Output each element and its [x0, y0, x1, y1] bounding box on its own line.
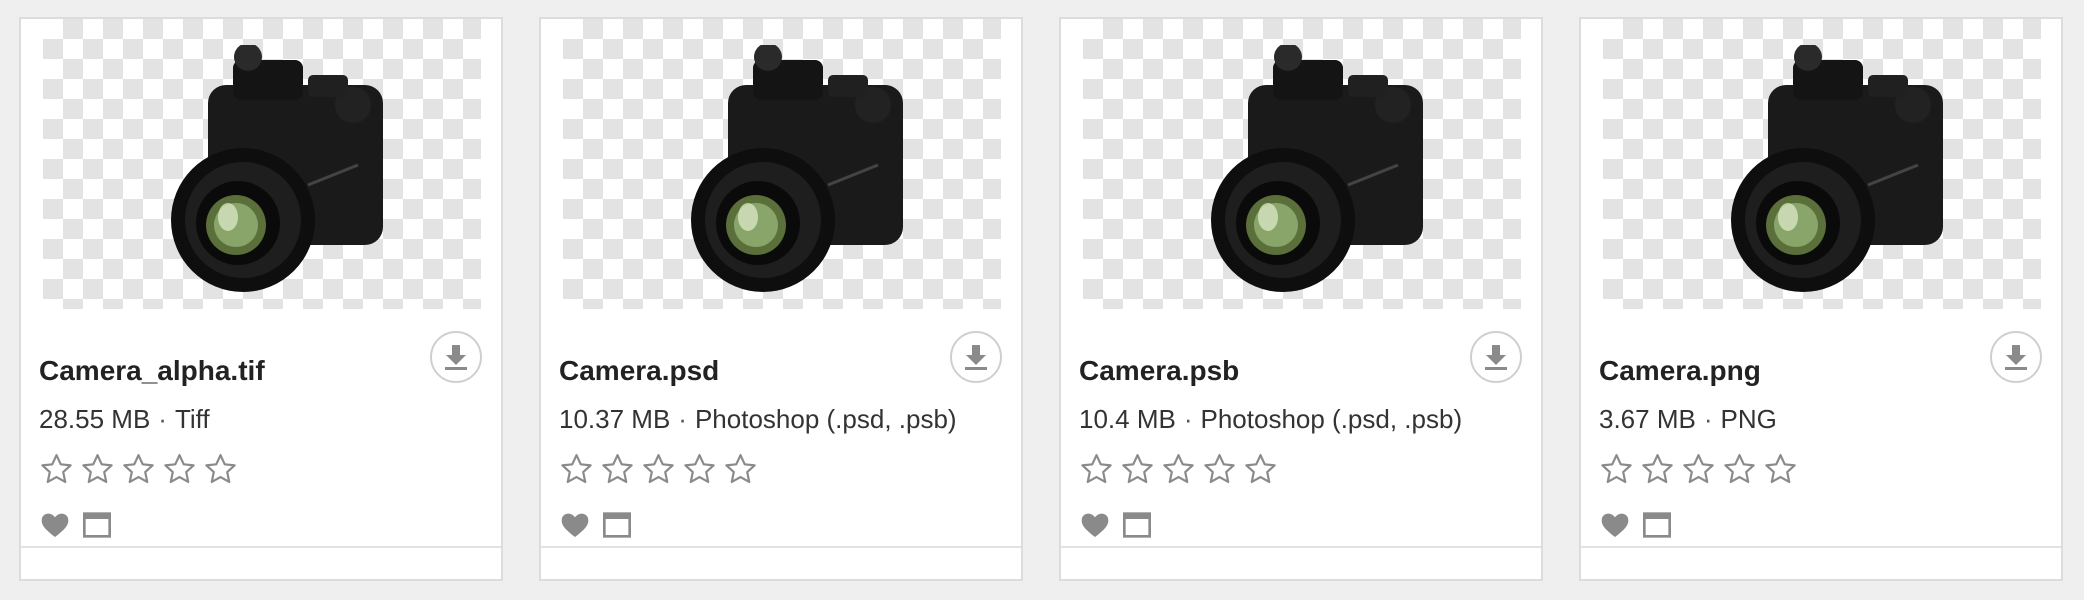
asset-card[interactable]: Camera.psd 10.37 MB · Photoshop (.psd, .ps… — [539, 17, 1023, 581]
star-outline-icon[interactable] — [1120, 451, 1155, 487]
asset-thumbnail[interactable] — [1603, 19, 2041, 309]
asset-actions — [39, 509, 113, 541]
star-outline-icon[interactable] — [1243, 451, 1278, 487]
star-rating[interactable] — [559, 451, 758, 491]
star-outline-icon[interactable] — [1599, 451, 1634, 487]
asset-meta: 3.67 MB · PNG — [1599, 404, 1777, 435]
file-format: PNG — [1720, 404, 1777, 434]
asset-card[interactable]: Camera_alpha.tif 28.55 MB · Tiff — [19, 17, 503, 581]
meta-separator: · — [158, 404, 167, 434]
window-icon[interactable] — [1121, 509, 1153, 541]
download-icon — [965, 345, 987, 370]
asset-card[interactable]: Camera.png 3.67 MB · PNG — [1579, 17, 2063, 581]
camera-image — [1731, 45, 1943, 292]
download-button[interactable] — [1990, 331, 2042, 383]
camera-image — [1211, 45, 1423, 292]
asset-title[interactable]: Camera.png — [1599, 355, 1761, 387]
asset-meta: 28.55 MB · Tiff — [39, 404, 210, 435]
file-format: Tiff — [174, 404, 210, 434]
card-divider — [21, 546, 501, 548]
download-icon — [445, 345, 467, 370]
star-rating[interactable] — [1599, 451, 1798, 491]
asset-actions — [1079, 509, 1153, 541]
star-outline-icon[interactable] — [80, 451, 115, 487]
heart-icon[interactable] — [559, 509, 591, 541]
star-outline-icon[interactable] — [1161, 451, 1196, 487]
star-outline-icon[interactable] — [1079, 451, 1114, 487]
file-format: Photoshop (.psd, .psb) — [1200, 404, 1463, 434]
heart-icon[interactable] — [1079, 509, 1111, 541]
download-button[interactable] — [950, 331, 1002, 383]
star-outline-icon[interactable] — [559, 451, 594, 487]
download-icon — [2005, 345, 2027, 370]
file-size: 28.55 MB — [39, 404, 151, 434]
file-format: Photoshop (.psd, .psb) — [694, 404, 957, 434]
heart-icon[interactable] — [39, 509, 71, 541]
file-size: 3.67 MB — [1599, 404, 1696, 434]
star-outline-icon[interactable] — [1681, 451, 1716, 487]
asset-title[interactable]: Camera.psd — [559, 355, 719, 387]
meta-separator: · — [1183, 404, 1193, 434]
star-outline-icon[interactable] — [723, 451, 758, 487]
file-size: 10.4 MB — [1079, 404, 1176, 434]
star-outline-icon[interactable] — [1763, 451, 1798, 487]
camera-image — [691, 45, 903, 292]
download-button[interactable] — [1470, 331, 1522, 383]
window-icon[interactable] — [81, 509, 113, 541]
card-divider — [1061, 546, 1541, 548]
asset-thumbnail[interactable] — [1083, 19, 1521, 309]
star-outline-icon[interactable] — [1640, 451, 1675, 487]
card-divider — [1581, 546, 2061, 548]
star-outline-icon[interactable] — [600, 451, 635, 487]
star-rating[interactable] — [1079, 451, 1278, 491]
window-icon[interactable] — [1641, 509, 1673, 541]
asset-meta: 10.4 MB · Photoshop (.psd, .psb) — [1079, 404, 1462, 435]
download-button[interactable] — [430, 331, 482, 383]
asset-grid: Camera_alpha.tif 28.55 MB · Tiff Camera.… — [0, 0, 2084, 600]
star-outline-icon[interactable] — [1722, 451, 1757, 487]
asset-thumbnail[interactable] — [43, 19, 481, 309]
camera-image — [171, 45, 383, 292]
card-divider — [541, 546, 1021, 548]
meta-separator: · — [678, 404, 687, 434]
asset-actions — [559, 509, 633, 541]
star-rating[interactable] — [39, 451, 238, 491]
window-icon[interactable] — [601, 509, 633, 541]
star-outline-icon[interactable] — [1202, 451, 1237, 487]
star-outline-icon[interactable] — [682, 451, 717, 487]
heart-icon[interactable] — [1599, 509, 1631, 541]
star-outline-icon[interactable] — [39, 451, 74, 487]
asset-card[interactable]: Camera.psb 10.4 MB · Photoshop (.psd, .psb… — [1059, 17, 1543, 581]
star-outline-icon[interactable] — [162, 451, 197, 487]
asset-thumbnail[interactable] — [563, 19, 1001, 309]
star-outline-icon[interactable] — [203, 451, 238, 487]
star-outline-icon[interactable] — [641, 451, 676, 487]
download-icon — [1485, 345, 1507, 370]
meta-separator: · — [1703, 404, 1713, 434]
asset-actions — [1599, 509, 1673, 541]
asset-title[interactable]: Camera_alpha.tif — [39, 355, 265, 387]
star-outline-icon[interactable] — [121, 451, 156, 487]
asset-title[interactable]: Camera.psb — [1079, 355, 1239, 387]
file-size: 10.37 MB — [559, 404, 671, 434]
asset-meta: 10.37 MB · Photoshop (.psd, .psb) — [559, 404, 957, 435]
